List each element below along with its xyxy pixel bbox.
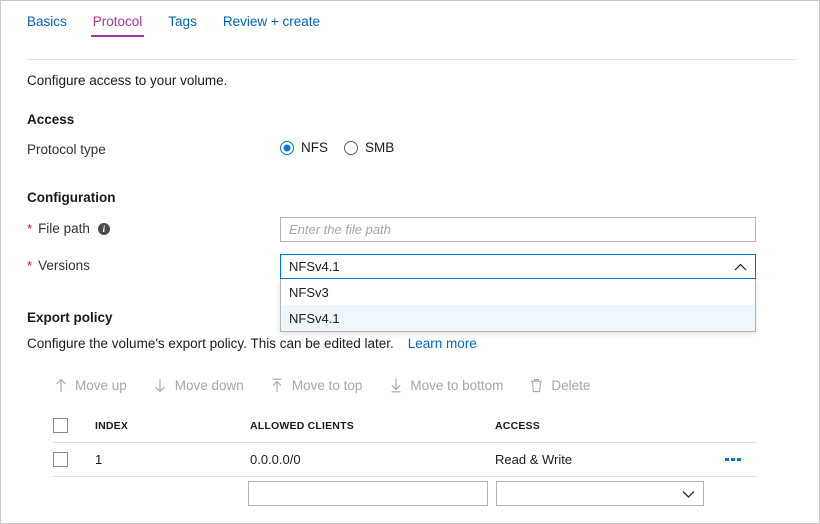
tab-review-create[interactable]: Review + create [223, 14, 320, 37]
wizard-tab-bar: Basics Protocol Tags Review + create [1, 1, 819, 37]
trash-icon [529, 377, 544, 393]
chevron-up-icon [734, 259, 747, 274]
export-policy-table: INDEX ALLOWED CLIENTS ACCESS 1 0.0.0.0/0… [53, 409, 756, 477]
move-to-top-button[interactable]: Move to top [270, 377, 363, 393]
column-header-index: INDEX [95, 419, 129, 432]
versions-option-nfsv41[interactable]: NFSv4.1 [281, 305, 755, 331]
versions-option-nfsv3[interactable]: NFSv3 [281, 279, 755, 305]
export-policy-description-text: Configure the volume's export policy. Th… [27, 336, 394, 351]
protocol-type-label-text: Protocol type [27, 142, 106, 157]
ellipsis-dot [725, 457, 729, 462]
row-access-value: Read & Write [495, 452, 573, 467]
row-allowed-clients-value: 0.0.0.0/0 [250, 452, 301, 467]
ellipsis-dot [737, 457, 741, 462]
tab-basics[interactable]: Basics [27, 14, 67, 37]
new-export-rule-row [53, 481, 756, 506]
versions-label: * Versions [27, 258, 90, 273]
radio-smb-icon [344, 140, 358, 155]
move-up-button[interactable]: Move up [53, 377, 127, 393]
radio-option-nfs-label: NFS [301, 140, 328, 155]
versions-dropdown-list[interactable]: NFSv3 NFSv4.1 [280, 279, 756, 332]
arrow-down-icon [153, 377, 168, 393]
more-options-icon[interactable] [722, 455, 744, 465]
section-heading-access: Access [27, 112, 75, 127]
select-all-cell [53, 418, 95, 433]
file-path-required-marker: * [27, 221, 33, 236]
tab-bar-divider [27, 59, 795, 60]
row-select-cell [53, 452, 95, 467]
ellipsis-dot [731, 457, 735, 462]
panel-description: Configure access to your volume. [27, 73, 228, 88]
section-heading-export-policy: Export policy [27, 310, 113, 325]
tab-protocol[interactable]: Protocol [90, 14, 144, 37]
new-access-dropdown[interactable] [496, 481, 704, 506]
tab-tags[interactable]: Tags [168, 14, 197, 37]
move-to-top-label: Move to top [291, 377, 363, 393]
arrow-up-icon [53, 377, 68, 393]
radio-option-smb[interactable]: SMB [344, 140, 394, 155]
move-up-label: Move up [75, 377, 127, 393]
arrow-to-top-icon [270, 377, 285, 393]
table-row[interactable]: 1 0.0.0.0/0 Read & Write [53, 443, 756, 477]
select-all-checkbox[interactable] [53, 418, 68, 433]
table-header-row: INDEX ALLOWED CLIENTS ACCESS [53, 409, 756, 443]
radio-option-smb-label: SMB [365, 140, 395, 155]
radio-option-nfs[interactable]: NFS [280, 140, 328, 155]
move-down-button[interactable]: Move down [153, 377, 244, 393]
delete-button[interactable]: Delete [529, 377, 590, 393]
export-policy-toolbar: Move up Move down Move to top Move to bo… [53, 377, 590, 393]
file-path-input[interactable] [280, 217, 756, 242]
protocol-type-radio-group[interactable]: NFS SMB [280, 140, 394, 155]
arrow-to-bottom-icon [388, 377, 403, 393]
radio-nfs-icon [280, 140, 294, 155]
versions-dropdown[interactable]: NFSv4.1 [280, 254, 756, 279]
protocol-type-label: Protocol type [27, 142, 106, 157]
delete-label: Delete [551, 377, 591, 393]
file-path-label-text: File path [38, 221, 90, 236]
column-header-allowed-clients: ALLOWED CLIENTS [250, 419, 354, 432]
versions-required-marker: * [27, 258, 33, 273]
move-down-label: Move down [174, 377, 244, 393]
export-policy-description: Configure the volume's export policy. Th… [27, 336, 477, 351]
learn-more-link[interactable]: Learn more [408, 336, 477, 351]
versions-label-text: Versions [38, 258, 90, 273]
versions-dropdown-value: NFSv4.1 [289, 259, 340, 274]
row-checkbox[interactable] [53, 452, 68, 467]
protocol-configuration-panel: Basics Protocol Tags Review + create Con… [0, 0, 820, 524]
file-path-label: * File path i [27, 221, 110, 236]
new-allowed-clients-input[interactable] [248, 481, 488, 506]
row-index-value: 1 [95, 452, 103, 467]
move-to-bottom-button[interactable]: Move to bottom [388, 377, 503, 393]
section-heading-configuration: Configuration [27, 190, 116, 205]
column-header-access: ACCESS [495, 419, 540, 432]
chevron-down-icon [682, 486, 695, 501]
row-actions-cell [710, 455, 756, 465]
move-to-bottom-label: Move to bottom [410, 377, 504, 393]
info-icon[interactable]: i [97, 222, 110, 235]
